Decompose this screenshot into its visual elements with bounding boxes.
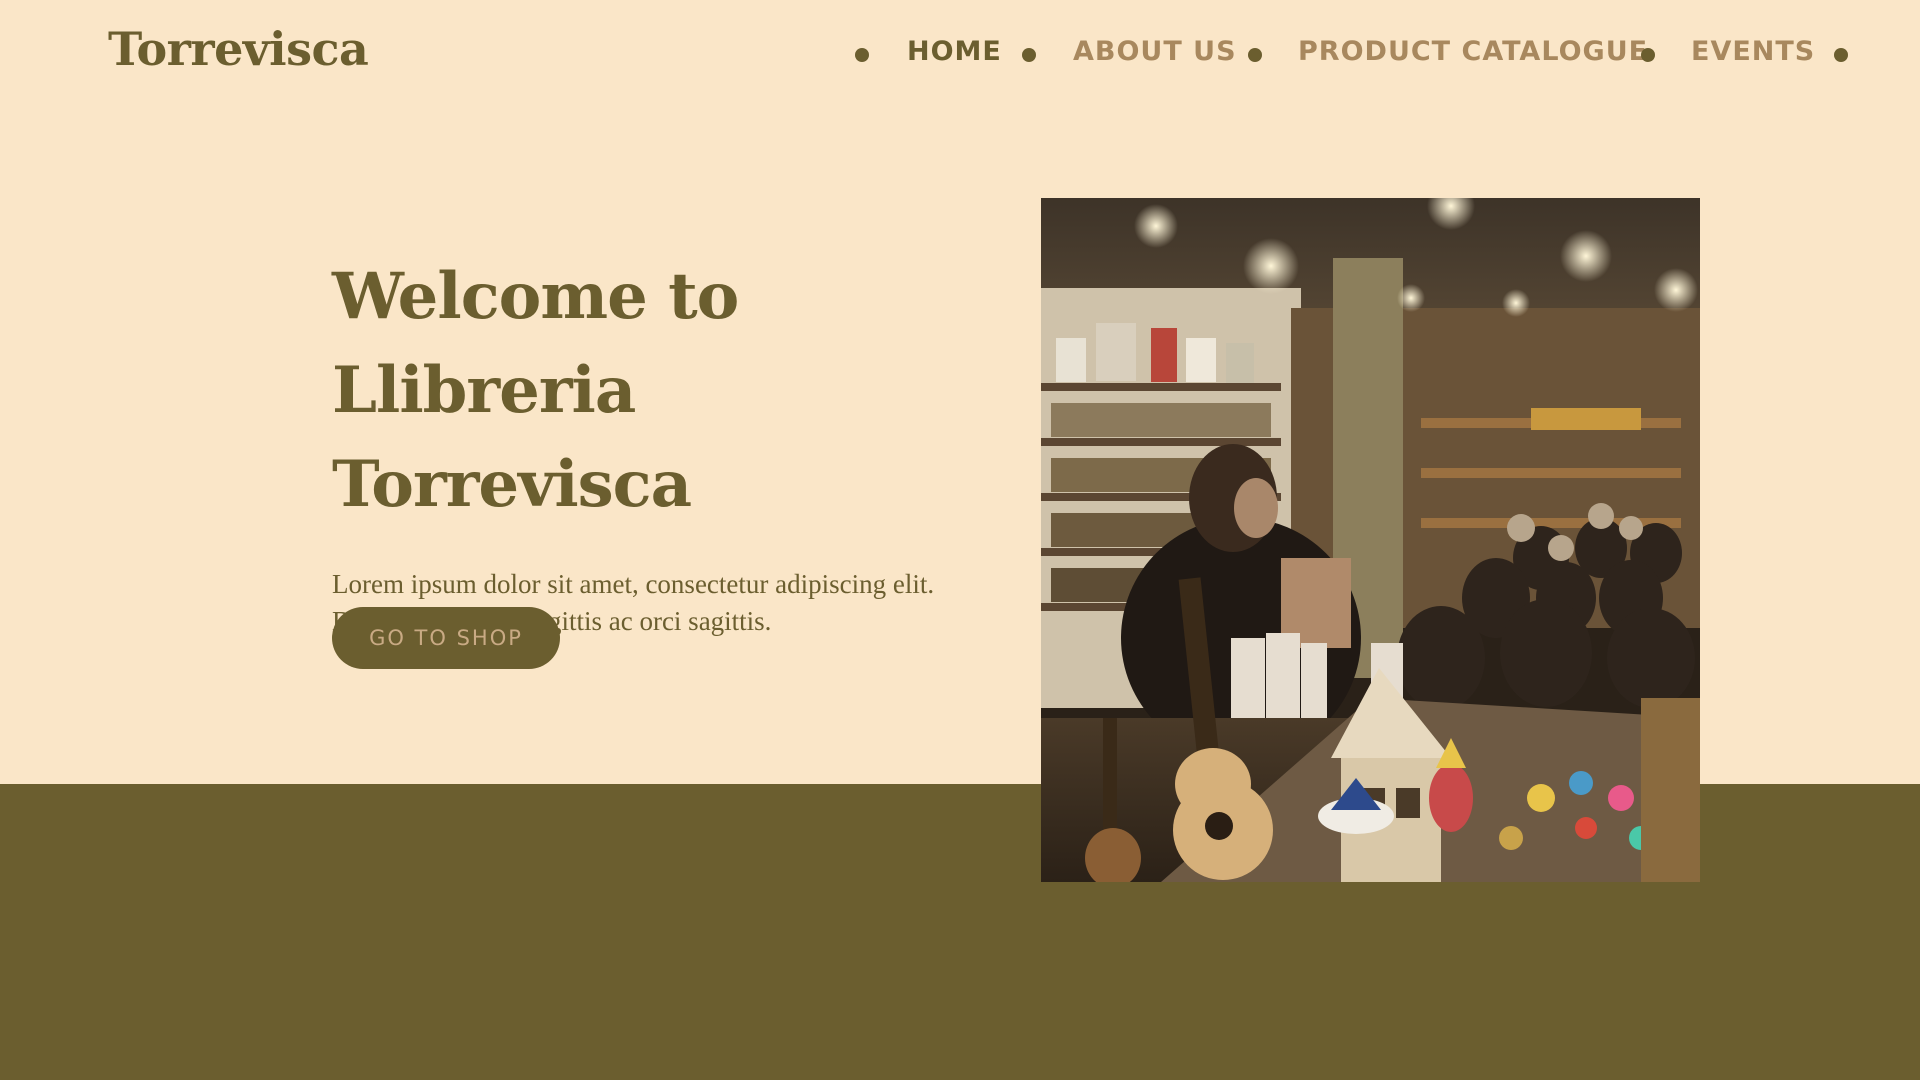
nav-separator-dot [1248,48,1262,62]
hero-heading-line2: Llibreria Torrevisca [332,353,692,522]
site-logo[interactable]: Torrevisca [108,22,369,76]
hero-heading-line1: Welcome to [332,259,739,334]
nav-item-home[interactable]: HOME [907,34,1002,70]
go-to-shop-button[interactable]: GO TO SHOP [332,607,560,669]
nav-separator-dot [1641,48,1655,62]
nav-separator-dot [855,48,869,62]
nav-item-about-us[interactable]: ABOUT US [1073,34,1237,70]
nav-item-product-catalogue[interactable]: PRODUCT CATALOGUE [1298,34,1648,70]
main-nav: HOME ABOUT US PRODUCT CATALOGUE EVENTS [855,34,1920,74]
nav-separator-dot [1022,48,1036,62]
nav-separator-dot [1834,48,1848,62]
bookstore-event-photo [1041,198,1700,882]
hero-heading: Welcome to Llibreria Torrevisca [332,250,972,532]
hero-text: Welcome to Llibreria Torrevisca Lorem ip… [332,250,972,640]
page: Torrevisca HOME ABOUT US PRODUCT CATALOG… [0,0,1920,1080]
nav-item-events[interactable]: EVENTS [1691,34,1815,70]
